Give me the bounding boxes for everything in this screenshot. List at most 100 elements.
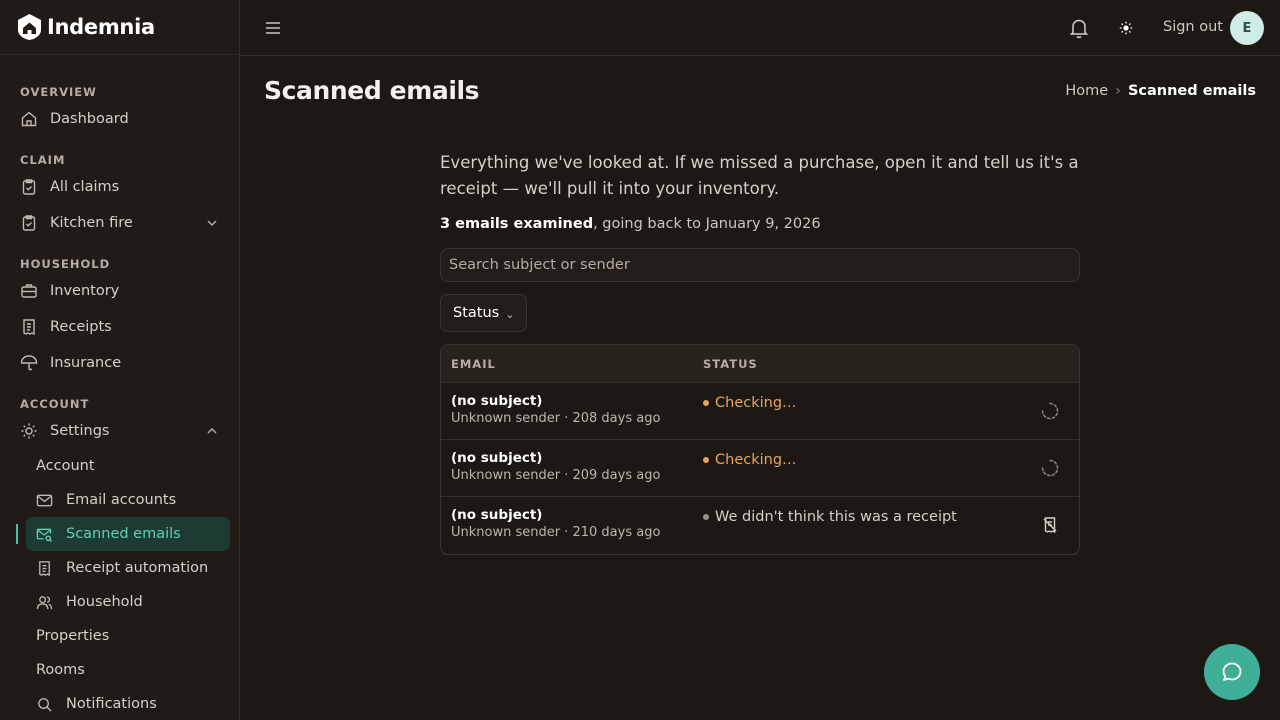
clipboard-check-icon: [22, 179, 36, 195]
status-filter-button[interactable]: Status ⌄: [440, 294, 528, 332]
sidebar-item-account[interactable]: Account: [0, 449, 239, 483]
breadcrumb-current: Scanned emails: [1127, 83, 1256, 99]
sidebar-item-label: Insurance: [50, 355, 122, 371]
status-cell: Checking…: [703, 440, 797, 468]
chat-bubble-icon: [1222, 662, 1242, 681]
mark-as-receipt-icon[interactable]: [1041, 516, 1059, 534]
sidebar-item-label: Notifications: [66, 696, 157, 712]
chevron-down-icon: ⌄: [505, 308, 515, 321]
users-icon: [36, 595, 53, 609]
sidebar-item-label: Account: [36, 458, 95, 474]
status-dot: [703, 400, 709, 406]
sidebar-nav: OVERVIEW Dashboard CLAIM All claims Kitc…: [0, 55, 239, 720]
sidebar-item-label: Household: [66, 594, 143, 610]
table-header: EMAIL STATUS: [441, 345, 1079, 383]
sidebar-item-scanned-emails[interactable]: Scanned emails: [0, 517, 239, 551]
mail-icon: [36, 494, 53, 506]
scan-summary: 3 emails examined, going back to January…: [440, 216, 1080, 232]
summary-range: , going back to January 9, 2026: [593, 216, 821, 232]
sidebar-item-all-claims[interactable]: All claims: [0, 169, 239, 205]
sidebar-item-label: Settings: [50, 423, 110, 439]
sidebar-item-receipt-automation[interactable]: Receipt automation: [0, 551, 239, 585]
sidebar-item-properties[interactable]: Properties: [0, 619, 239, 653]
sign-out-link[interactable]: Sign out: [1163, 19, 1223, 35]
sidebar-item-dashboard[interactable]: Dashboard: [0, 101, 239, 137]
hamburger-menu-icon[interactable]: [264, 19, 282, 37]
email-meta: Unknown sender · 209 days ago: [451, 468, 661, 483]
search-input[interactable]: [440, 248, 1080, 282]
gear-icon: [21, 423, 37, 439]
chat-button[interactable]: [1204, 644, 1260, 700]
sidebar-item-label: Receipt automation: [66, 560, 209, 576]
briefcase-icon: [21, 284, 37, 298]
chevron-down-icon[interactable]: [205, 216, 219, 230]
sidebar-item-notifications[interactable]: Notifications: [0, 687, 239, 720]
status-cell: Checking…: [703, 383, 797, 411]
clipboard-check-icon: [22, 215, 36, 231]
email-subject: (no subject): [451, 507, 543, 523]
sidebar-item-kitchen-fire[interactable]: Kitchen fire: [0, 205, 239, 241]
spinner-icon: [1041, 459, 1059, 477]
chevron-up-icon[interactable]: [205, 424, 219, 438]
email-cell: (no subject) Unknown sender · 210 days a…: [441, 497, 703, 540]
status-cell: We didn't think this was a receipt: [703, 497, 957, 525]
umbrella-icon: [20, 355, 38, 371]
section-claim: CLAIM: [20, 153, 66, 167]
sidebar-item-label: Inventory: [50, 283, 120, 299]
sidebar-item-receipts[interactable]: Receipts: [0, 309, 239, 345]
receipt-icon: [39, 560, 50, 576]
section-household: HOUSEHOLD: [20, 257, 111, 271]
emails-examined-count: 3 emails examined: [440, 216, 594, 232]
sidebar-item-label: Rooms: [36, 662, 85, 678]
sidebar-item-label: Receipts: [50, 319, 112, 335]
scanned-emails-table: EMAIL STATUS (no subject) Unknown sender…: [440, 344, 1080, 555]
topbar: Sign out E: [240, 0, 1280, 56]
status-dot: [703, 514, 709, 520]
status-dot: [703, 457, 709, 463]
status-filter-label: Status: [453, 305, 500, 321]
brand[interactable]: Indemnia: [0, 0, 239, 55]
breadcrumb-home[interactable]: Home: [1065, 83, 1108, 99]
sidebar-item-label: Properties: [36, 628, 110, 644]
table-row[interactable]: (no subject) Unknown sender · 208 days a…: [441, 383, 1079, 440]
column-email: EMAIL: [451, 356, 496, 371]
house-shield-logo-icon: [18, 14, 41, 40]
email-subject: (no subject): [451, 393, 543, 409]
section-account: ACCOUNT: [20, 397, 90, 411]
spinner-icon: [1041, 402, 1059, 420]
email-cell: (no subject) Unknown sender · 208 days a…: [441, 383, 703, 426]
status-text: Checking…: [715, 395, 797, 411]
status-text: We didn't think this was a receipt: [715, 509, 957, 525]
email-subject: (no subject): [451, 450, 543, 466]
section-overview: OVERVIEW: [20, 85, 97, 99]
sidebar-item-label: Kitchen fire: [50, 215, 133, 231]
status-text: Checking…: [715, 452, 797, 468]
receipt-icon: [23, 319, 35, 336]
sidebar-item-label: Dashboard: [50, 111, 129, 127]
breadcrumb: Home › Scanned emails: [1065, 83, 1256, 99]
table-row[interactable]: (no subject) Unknown sender · 210 days a…: [441, 497, 1079, 554]
main-content: Everything we've looked at. If we missed…: [440, 150, 1080, 555]
sidebar-item-rooms[interactable]: Rooms: [0, 653, 239, 687]
email-cell: (no subject) Unknown sender · 209 days a…: [441, 440, 703, 483]
sidebar-item-label: All claims: [50, 179, 120, 195]
avatar[interactable]: E: [1230, 11, 1264, 45]
sidebar-item-settings[interactable]: Settings: [0, 413, 239, 449]
breadcrumb-separator: ›: [1115, 83, 1121, 99]
email-meta: Unknown sender · 208 days ago: [451, 411, 661, 426]
sidebar-item-email-accounts[interactable]: Email accounts: [0, 483, 239, 517]
sidebar-item-inventory[interactable]: Inventory: [0, 273, 239, 309]
sun-icon[interactable]: [1118, 20, 1134, 36]
sidebar-item-insurance[interactable]: Insurance: [0, 345, 239, 381]
sidebar-item-household[interactable]: Household: [0, 585, 239, 619]
page-title: Scanned emails: [264, 76, 480, 105]
brand-name: Indemnia: [47, 15, 155, 39]
sidebar-item-label: Email accounts: [66, 492, 177, 508]
bell-search-icon: [38, 697, 52, 712]
home-icon: [21, 111, 37, 127]
sidebar: Indemnia OVERVIEW Dashboard CLAIM All cl…: [0, 0, 240, 720]
table-row[interactable]: (no subject) Unknown sender · 209 days a…: [441, 440, 1079, 497]
email-meta: Unknown sender · 210 days ago: [451, 525, 661, 540]
bell-icon[interactable]: [1069, 17, 1089, 39]
intro-text: Everything we've looked at. If we missed…: [440, 153, 1079, 198]
